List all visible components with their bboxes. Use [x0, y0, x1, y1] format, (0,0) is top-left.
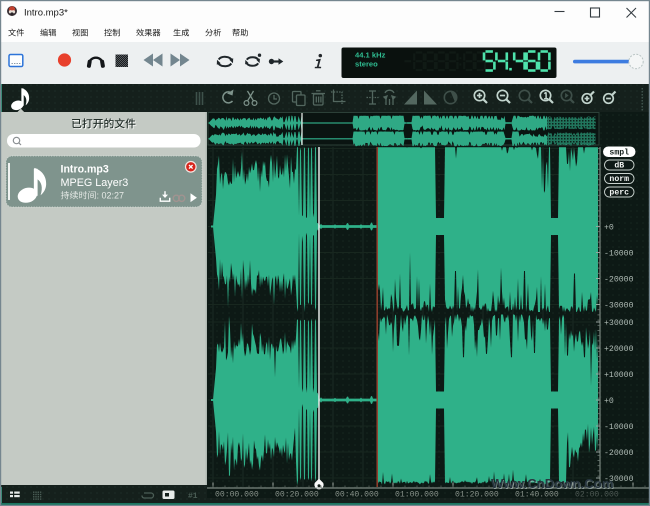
svg-text:+0: +0: [604, 397, 614, 406]
svg-text:norm: norm: [609, 175, 629, 184]
svg-text:+20000: +20000: [604, 345, 634, 354]
svg-text:00:20.000: 00:20.000: [275, 490, 319, 499]
svg-text:MPEG Layer3: MPEG Layer3: [61, 177, 129, 189]
svg-text:44.1 kHz: 44.1 kHz: [355, 51, 386, 60]
svg-text:Intro.mp3: Intro.mp3: [61, 164, 109, 176]
svg-text:: 02:27: : 02:27: [97, 191, 125, 201]
svg-text:smpl: smpl: [609, 147, 629, 157]
svg-text:dB: dB: [614, 160, 624, 170]
svg-text:-20000: -20000: [604, 449, 634, 458]
svg-text:00:00.000: 00:00.000: [215, 490, 259, 499]
svg-text:stereo: stereo: [355, 60, 378, 69]
svg-text:Www.CnDown.Com: Www.CnDown.Com: [491, 476, 614, 491]
svg-text:-30000: -30000: [604, 301, 634, 310]
svg-text:+10000: +10000: [604, 371, 634, 380]
svg-text:00:40.000: 00:40.000: [335, 490, 379, 499]
svg-text:+30000: +30000: [604, 319, 634, 328]
svg-text:-10000: -10000: [604, 423, 634, 432]
svg-text:#1: #1: [188, 492, 198, 501]
svg-text:+0: +0: [604, 223, 614, 232]
svg-text:perc: perc: [609, 188, 629, 197]
svg-text:Intro.mp3*: Intro.mp3*: [24, 8, 68, 19]
svg-text:-10000: -10000: [604, 249, 634, 258]
svg-text:-20000: -20000: [604, 275, 634, 284]
svg-text:01:00.000: 01:00.000: [395, 490, 439, 499]
